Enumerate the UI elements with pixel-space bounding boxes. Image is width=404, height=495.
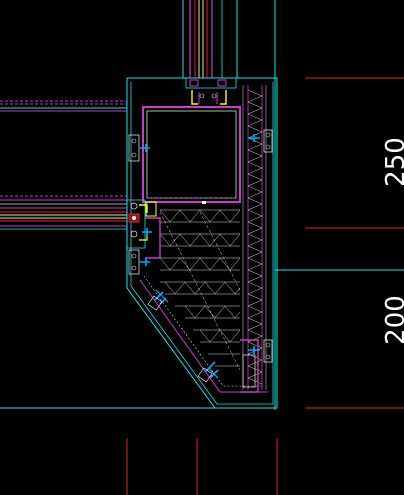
vertical-insulation: [242, 85, 267, 390]
bolts: [140, 134, 260, 379]
column-lines: [274, 0, 404, 410]
top-clip: [185, 77, 237, 105]
steel-box-section: [142, 106, 241, 203]
left-beam-upper: [0, 100, 127, 112]
top-mullion: [182, 0, 238, 78]
cad-viewport[interactable]: 250 200: [0, 0, 404, 495]
slope-details: [147, 289, 219, 383]
left-beam-lower: [0, 195, 127, 230]
dimension-text-250: 250: [381, 137, 404, 187]
insulation-hatch: [159, 209, 241, 371]
dimension-text-200: 200: [381, 295, 404, 345]
marker: [202, 201, 206, 204]
cad-drawing: 250 200: [0, 0, 404, 495]
